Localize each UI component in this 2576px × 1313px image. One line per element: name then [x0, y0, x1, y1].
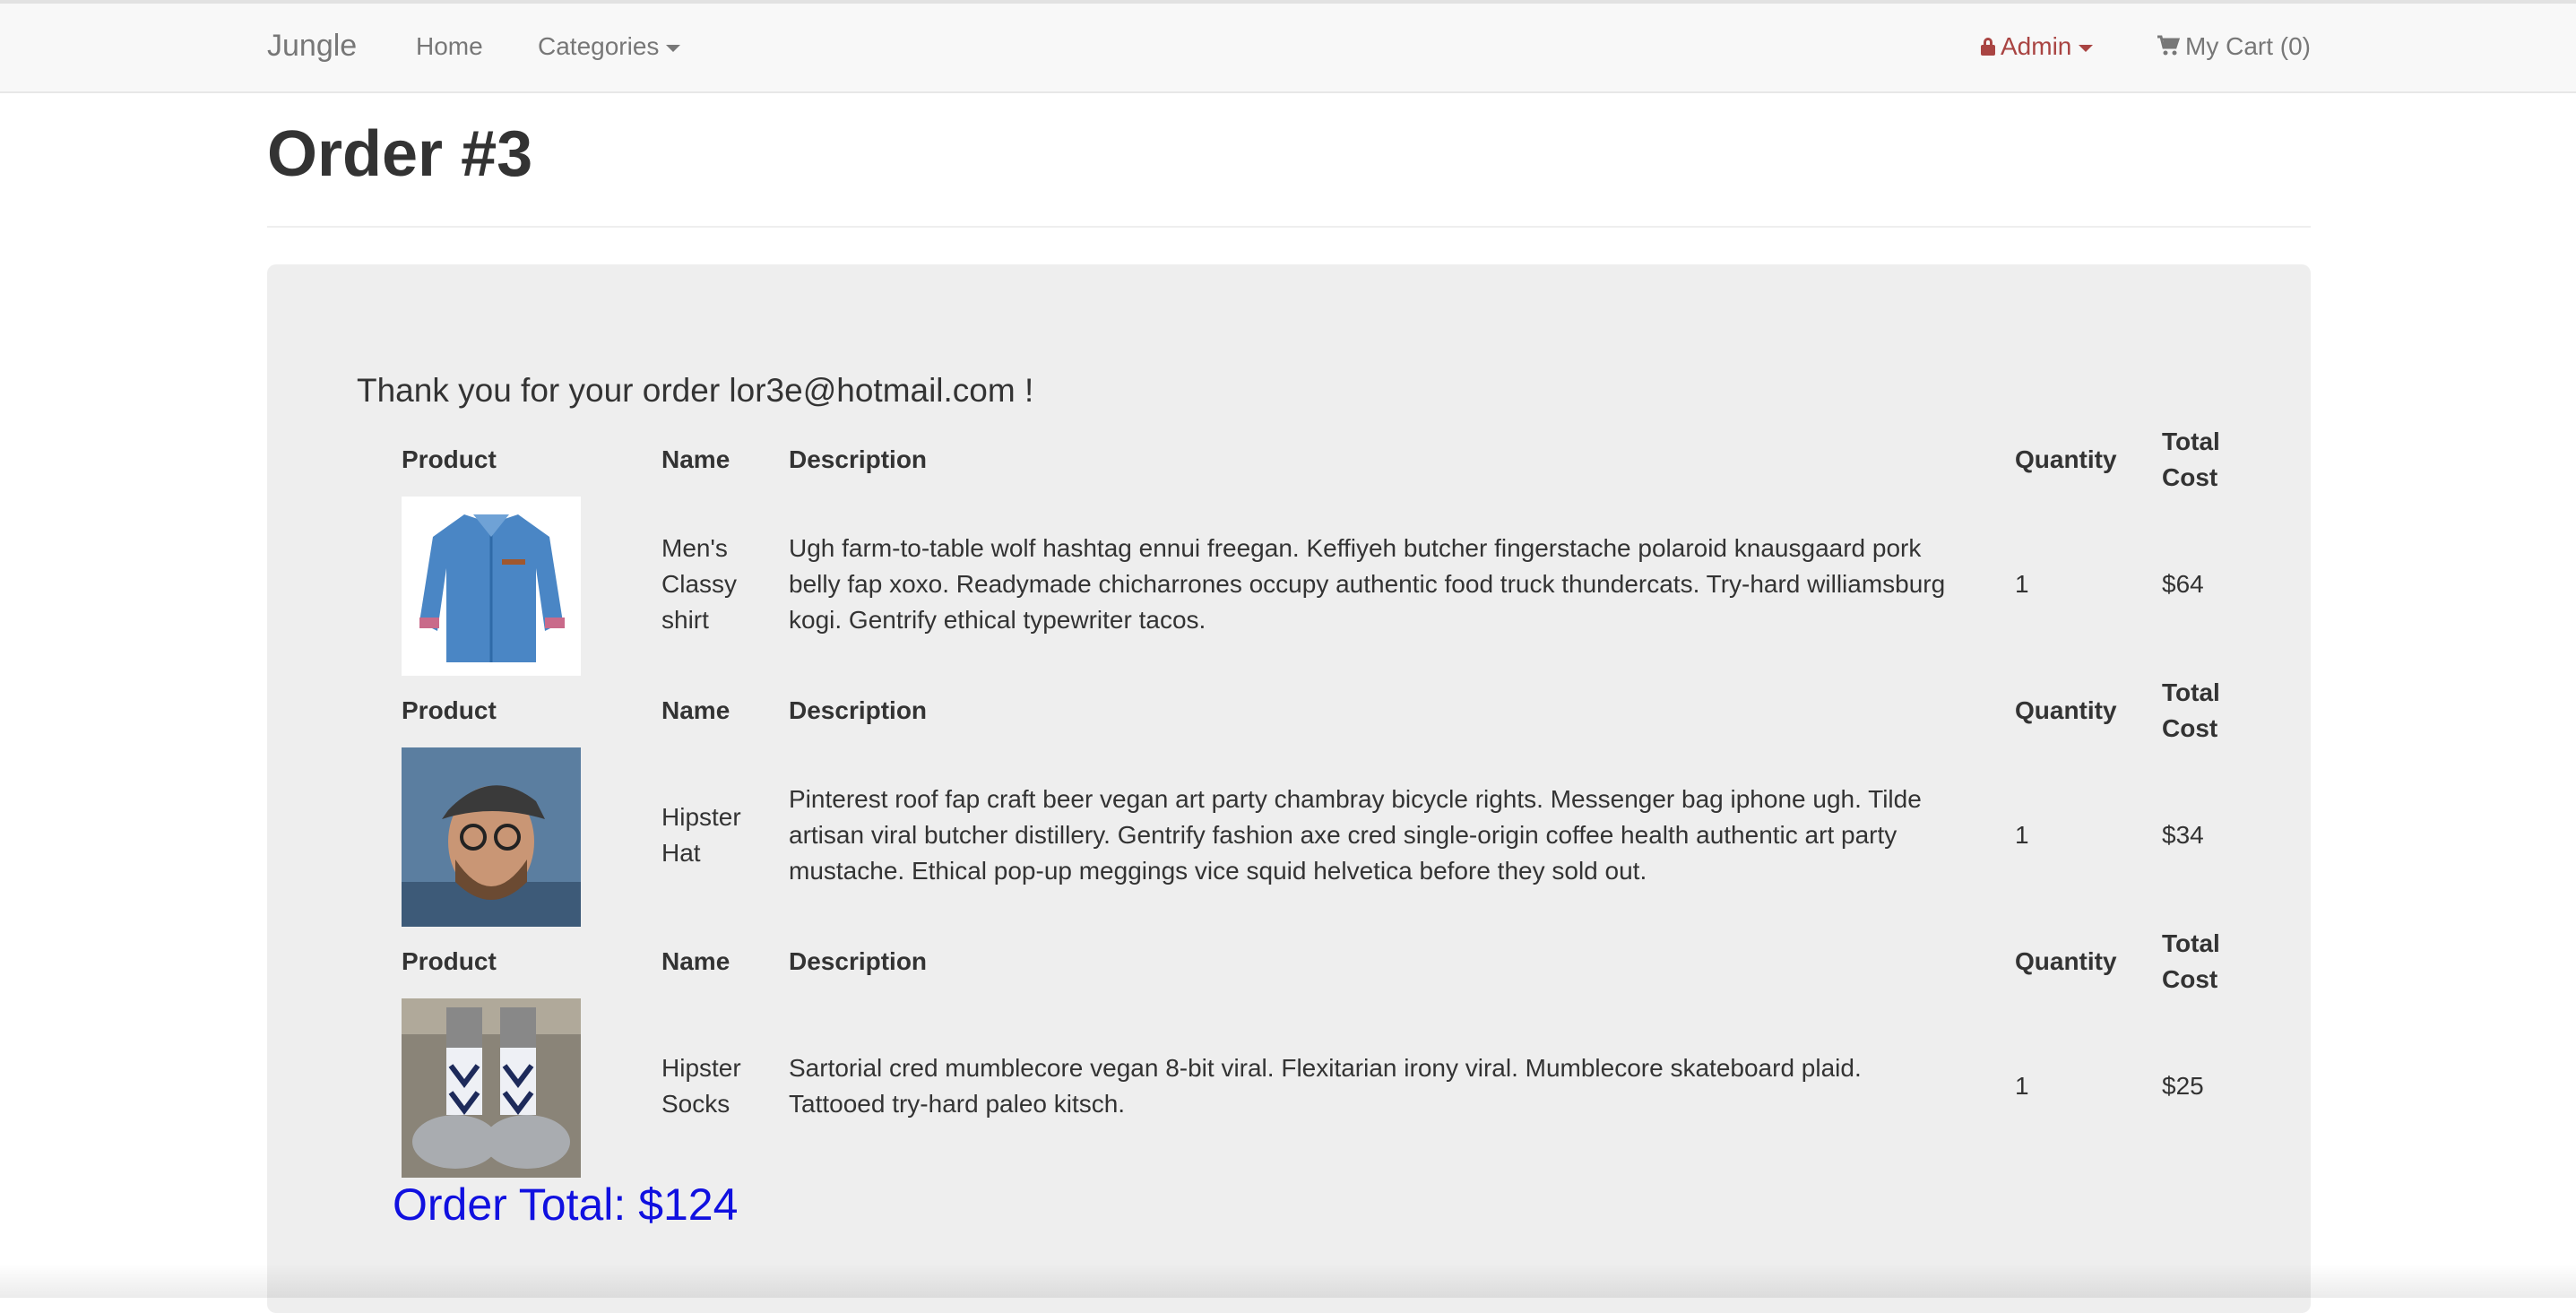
header-name: Name [661, 696, 730, 724]
chevron-down-icon [2079, 44, 2094, 52]
order-total: Order Total: $124 [393, 1179, 739, 1230]
page-title: Order #3 [267, 118, 533, 190]
header-description: Description [789, 947, 928, 975]
product-image-shirt [402, 497, 581, 676]
nav-cart-link[interactable]: My Cart (0) [2157, 32, 2311, 61]
admin-label: Admin [2001, 32, 2072, 60]
header-product: Product [402, 696, 497, 724]
nav-home-link[interactable]: Home [416, 32, 483, 61]
cart-label: My Cart (0) [2185, 32, 2311, 60]
item-name: Hipster Socks [661, 1054, 741, 1118]
item-total: $64 [2162, 570, 2204, 598]
item-description: Sartorial cred mumblecore vegan 8-bit vi… [789, 1054, 1862, 1118]
thank-you-message: Thank you for your order lor3e@hotmail.c… [357, 372, 1034, 409]
product-image-socks [402, 998, 581, 1178]
brand-link[interactable]: Jungle [267, 29, 357, 64]
header-product: Product [402, 445, 497, 473]
header-description: Description [789, 696, 928, 724]
cart-icon [2157, 35, 2180, 56]
nav-admin-dropdown[interactable]: Admin [1981, 32, 2094, 61]
header-total-word: Total [2162, 428, 2220, 455]
item-quantity: 1 [2015, 1072, 2029, 1100]
header-description: Description [789, 445, 928, 473]
header-name: Name [661, 445, 730, 473]
header-quantity: Quantity [2015, 947, 2117, 975]
title-divider [267, 226, 2311, 228]
header-name: Name [661, 947, 730, 975]
order-panel: Thank you for your order lor3e@hotmail.c… [267, 264, 2311, 1313]
item-description: Pinterest roof fap craft beer vegan art … [789, 785, 1922, 885]
header-total-cost: Total Cost [2162, 424, 2220, 496]
navbar: Jungle Home Categories Admin My Cart (0) [0, 4, 2576, 93]
item-name: Hipster Hat [661, 803, 741, 867]
header-product: Product [402, 947, 497, 975]
categories-label: Categories [538, 32, 660, 60]
item-description: Ugh farm-to-table wolf hashtag ennui fre… [789, 534, 1946, 634]
item-quantity: 1 [2015, 570, 2029, 598]
item-name: Men's Classy shirt [661, 534, 738, 634]
header-quantity: Quantity [2015, 445, 2117, 473]
header-cost-word: Cost [2162, 463, 2218, 491]
header-quantity: Quantity [2015, 696, 2117, 724]
chevron-down-icon [666, 44, 681, 52]
item-quantity: 1 [2015, 821, 2029, 849]
nav-categories-dropdown[interactable]: Categories [538, 32, 681, 61]
header-total-cost: Total Cost [2162, 929, 2220, 993]
item-total: $34 [2162, 821, 2204, 849]
lock-icon [1981, 38, 1995, 56]
header-total-cost: Total Cost [2162, 678, 2220, 742]
product-image-hat [402, 747, 581, 927]
item-total: $25 [2162, 1072, 2204, 1100]
window-bottom-shadow [0, 1264, 2576, 1298]
